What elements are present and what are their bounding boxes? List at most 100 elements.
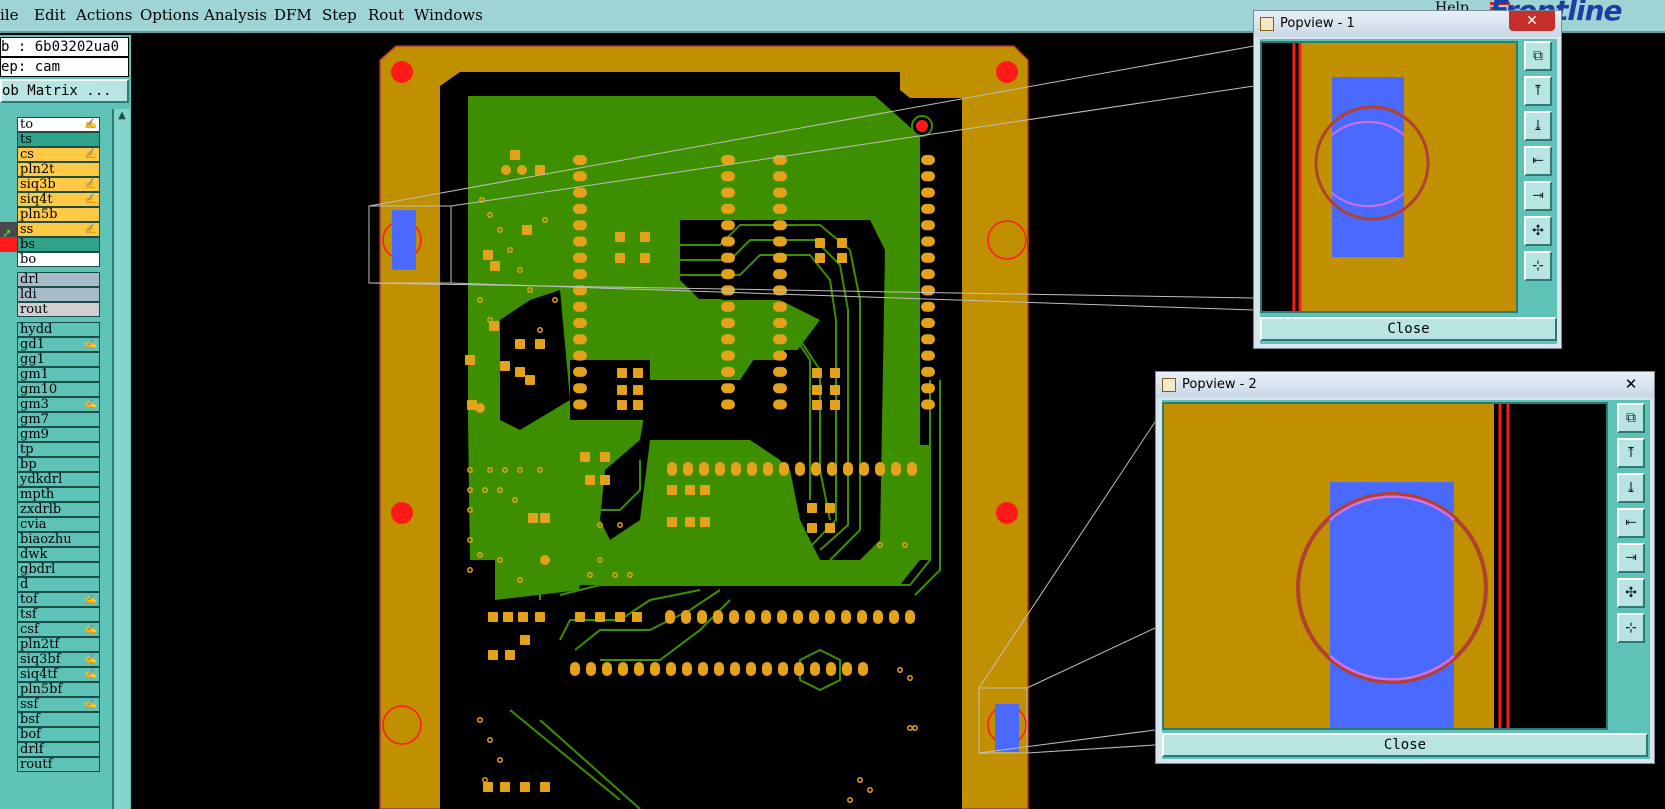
layer-row-gm3[interactable]: gm3 ✍ [17, 397, 100, 412]
menu-actions[interactable]: Actions [76, 6, 132, 24]
work-layer-arrow-icon[interactable]: ➚ [0, 222, 17, 240]
layer-row-biaozhu[interactable]: biaozhu [17, 532, 100, 547]
layer-display-toggle[interactable] [0, 562, 17, 577]
popview-2-close-button[interactable]: Close [1162, 733, 1648, 757]
popview-1-close-button[interactable]: Close [1260, 317, 1557, 341]
layer-row-ssf[interactable]: ssf ✍ [17, 697, 100, 712]
menu-rout[interactable]: Rout [368, 6, 404, 24]
layer-display-toggle[interactable] [0, 287, 17, 302]
layer-row-gbdrl[interactable]: gbdrl [17, 562, 100, 577]
layer-display-toggle[interactable] [0, 117, 17, 132]
layer-row-ts[interactable]: ts [17, 132, 100, 147]
layer-display-toggle[interactable] [0, 712, 17, 727]
layer-display-toggle[interactable] [0, 207, 17, 222]
layer-row-bof[interactable]: bof [17, 727, 100, 742]
layer-row-ydkdrl[interactable]: ydkdrl [17, 472, 100, 487]
menu-options[interactable]: Options [140, 6, 199, 24]
layer-display-toggle[interactable] [0, 682, 17, 697]
layer-display-toggle[interactable] [0, 322, 17, 337]
popview-2-titlebar[interactable]: Popview - 2 ✕ [1156, 372, 1654, 398]
window-close-button[interactable]: ✕ [1509, 11, 1555, 31]
layer-row-cs[interactable]: cs ✍ [17, 147, 100, 162]
layer-row-bo[interactable]: bo [17, 252, 100, 267]
layer-display-toggle[interactable] [0, 637, 17, 652]
layer-display-toggle[interactable] [0, 472, 17, 487]
layer-row-dwk[interactable]: dwk [17, 547, 100, 562]
menu-windows[interactable]: Windows [414, 6, 483, 24]
layer-row-gm10[interactable]: gm10 [17, 382, 100, 397]
zoom-out-icon[interactable]: ⊹ [1617, 613, 1645, 643]
layer-row-drl[interactable]: drl [17, 272, 100, 287]
layer-display-toggle[interactable] [0, 192, 17, 207]
layer-display-toggle[interactable] [0, 742, 17, 757]
layer-row-ldi[interactable]: ldi [17, 287, 100, 302]
menu-file[interactable]: ile [0, 6, 18, 24]
layer-row-bp[interactable]: bp [17, 457, 100, 472]
layer-row-gd1[interactable]: gd1 ✍ [17, 337, 100, 352]
layer-row-ss[interactable]: ss ✍ [17, 222, 100, 237]
layer-row-tsf[interactable]: tsf [17, 607, 100, 622]
layer-row-siq3b[interactable]: siq3b ✍ [17, 177, 100, 192]
layer-display-toggle[interactable] [0, 147, 17, 162]
layer-display-toggle[interactable] [0, 252, 17, 267]
pan-right-icon[interactable]: ⇥ [1617, 543, 1645, 573]
layer-row-gm1[interactable]: gm1 [17, 367, 100, 382]
layer-row-siq4tf[interactable]: siq4tf ✍ [17, 667, 100, 682]
zoom-in-icon[interactable]: ✣ [1524, 216, 1552, 246]
layer-row-pln2t[interactable]: pln2t [17, 162, 100, 177]
menu-analysis[interactable]: Analysis [204, 6, 267, 24]
layer-display-toggle[interactable] [0, 577, 17, 592]
layer-display-toggle[interactable] [0, 272, 17, 287]
zoom-home-icon[interactable]: ⤒ [1617, 438, 1645, 468]
layer-row-csf[interactable]: csf ✍ [17, 622, 100, 637]
layer-display-toggle[interactable] [0, 622, 17, 637]
layer-row-bsf[interactable]: bsf [17, 712, 100, 727]
layer-display-toggle[interactable] [0, 132, 17, 147]
layer-row-gg1[interactable]: gg1 [17, 352, 100, 367]
layer-row-to[interactable]: to ✍ [17, 117, 100, 132]
menu-step[interactable]: Step [322, 6, 357, 24]
layer-row-hydd[interactable]: hydd [17, 322, 100, 337]
layer-display-toggle[interactable] [0, 592, 17, 607]
layer-display-toggle[interactable] [0, 457, 17, 472]
layer-row-zxdrlb[interactable]: zxdrlb [17, 502, 100, 517]
pan-left-icon[interactable]: ⇤ [1617, 508, 1645, 538]
pan-left-icon[interactable]: ⇤ [1524, 146, 1552, 176]
layer-display-toggle[interactable] [0, 667, 17, 682]
layer-row-mpth[interactable]: mpth [17, 487, 100, 502]
menu-dfm[interactable]: DFM [274, 6, 312, 24]
layer-row-cvia[interactable]: cvia [17, 517, 100, 532]
display-layer-marker-icon[interactable] [0, 237, 17, 252]
layer-display-toggle[interactable] [0, 727, 17, 742]
layer-display-toggle[interactable] [0, 502, 17, 517]
layer-display-toggle[interactable] [0, 757, 17, 772]
layer-row-gm7[interactable]: gm7 [17, 412, 100, 427]
layer-row-pln5bf[interactable]: pln5bf [17, 682, 100, 697]
popview-1-canvas[interactable] [1260, 41, 1518, 313]
layer-row-routf[interactable]: routf [17, 757, 100, 772]
layer-display-toggle[interactable] [0, 442, 17, 457]
zoom-previous-icon[interactable]: ⤓ [1524, 111, 1552, 141]
layer-display-toggle[interactable] [0, 382, 17, 397]
popview-2-canvas[interactable] [1162, 402, 1608, 730]
layer-row-d[interactable]: d [17, 577, 100, 592]
layer-display-toggle[interactable] [0, 427, 17, 442]
zoom-out-icon[interactable]: ⊹ [1524, 251, 1552, 281]
layer-display-toggle[interactable] [0, 177, 17, 192]
layer-row-pln5b[interactable]: pln5b [17, 207, 100, 222]
window-close-button[interactable]: ✕ [1618, 372, 1644, 396]
window-new-icon[interactable]: ⧉ [1524, 41, 1552, 71]
layer-display-toggle[interactable] [0, 302, 17, 317]
layer-display-toggle[interactable] [0, 412, 17, 427]
layer-display-toggle[interactable] [0, 652, 17, 667]
window-new-icon[interactable]: ⧉ [1617, 403, 1645, 433]
layer-row-gm9[interactable]: gm9 [17, 427, 100, 442]
zoom-previous-icon[interactable]: ⤓ [1617, 473, 1645, 503]
layer-row-drlf[interactable]: drlf [17, 742, 100, 757]
menu-edit[interactable]: Edit [34, 6, 65, 24]
layer-list-scrollbar[interactable]: ▲ [112, 109, 130, 809]
layer-row-rout[interactable]: rout [17, 302, 100, 317]
layer-display-toggle[interactable] [0, 397, 17, 412]
layer-display-toggle[interactable] [0, 697, 17, 712]
layer-display-toggle[interactable] [0, 487, 17, 502]
